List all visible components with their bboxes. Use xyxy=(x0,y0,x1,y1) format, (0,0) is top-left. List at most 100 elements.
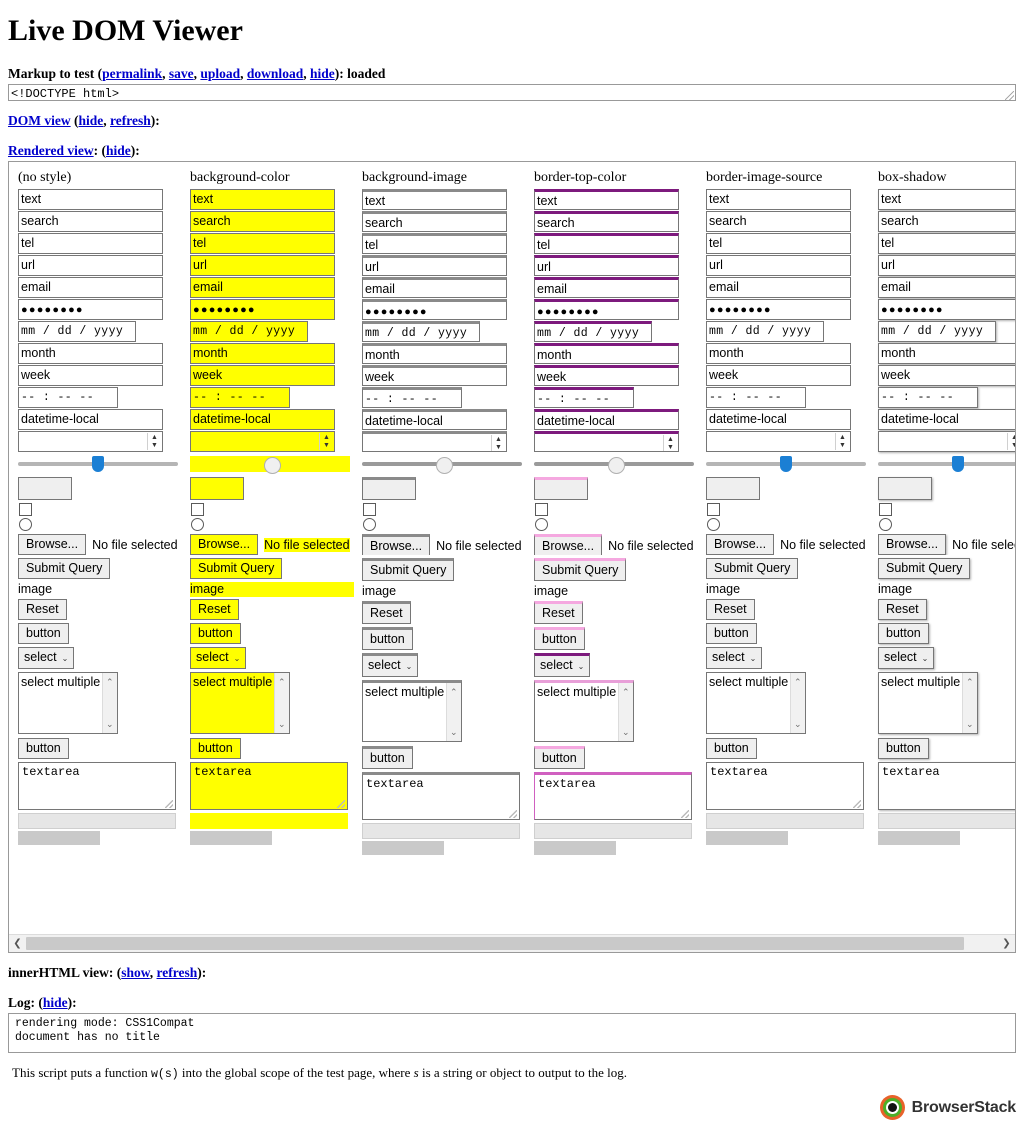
chevron-up-icon[interactable]: ⌃ xyxy=(622,684,630,700)
scroll-right-icon[interactable]: ❯ xyxy=(998,938,1015,949)
input-checkbox[interactable] xyxy=(707,503,720,516)
input-text[interactable]: text xyxy=(706,189,851,210)
input-button[interactable]: button xyxy=(190,623,241,644)
input-number[interactable]: ▲▼ xyxy=(18,431,163,452)
reset-button[interactable]: Reset xyxy=(190,599,239,620)
input-url[interactable]: url xyxy=(362,255,507,276)
input-month[interactable]: month xyxy=(706,343,851,364)
input-tel[interactable]: tel xyxy=(18,233,163,254)
input-radio[interactable] xyxy=(19,518,32,531)
markup-link-permalink[interactable]: permalink xyxy=(102,66,162,81)
input-file-row[interactable]: Browse... No file selected xyxy=(706,534,870,555)
chevron-up-icon[interactable]: ⌃ xyxy=(106,674,114,690)
input-search[interactable]: search xyxy=(706,211,851,232)
rendered-view-frame[interactable]: (no style) text search tel url email ●●●●●●●● m… xyxy=(8,161,1016,953)
chevron-up-icon[interactable]: ⌃ xyxy=(966,674,974,690)
innerhtml-refresh-link[interactable]: refresh xyxy=(157,965,198,980)
range-thumb-icon[interactable] xyxy=(92,456,104,472)
input-password[interactable]: ●●●●●●●● xyxy=(18,299,163,320)
select-dropdown[interactable]: select ⌄ xyxy=(18,647,74,669)
select-multiple[interactable]: select multiple ⌃ ⌄ xyxy=(362,680,462,742)
input-week[interactable]: week xyxy=(878,365,1015,386)
input-image[interactable]: image xyxy=(190,582,354,597)
textarea[interactable]: textarea xyxy=(706,762,864,810)
input-radio[interactable] xyxy=(879,518,892,531)
input-checkbox[interactable] xyxy=(363,503,376,516)
input-url[interactable]: url xyxy=(534,255,679,276)
input-file-row[interactable]: Browse... No file selected xyxy=(362,534,526,555)
input-image[interactable]: image xyxy=(534,584,698,599)
number-spinner-icon[interactable]: ▲▼ xyxy=(1007,433,1015,450)
chevron-down-icon[interactable]: ⌄ xyxy=(106,716,114,732)
chevron-down-icon[interactable]: ⌄ xyxy=(278,716,286,732)
number-spinner-icon[interactable]: ▲▼ xyxy=(663,435,677,451)
input-button[interactable]: button xyxy=(534,627,585,650)
input-month[interactable]: month xyxy=(190,343,335,364)
input-datetime-local[interactable]: datetime-local xyxy=(534,409,679,430)
scrollbar-thumb[interactable] xyxy=(26,937,964,950)
input-email[interactable]: email xyxy=(878,277,1015,298)
input-color[interactable] xyxy=(362,477,416,500)
markup-link-download[interactable]: download xyxy=(247,66,303,81)
input-datetime-local[interactable]: datetime-local xyxy=(878,409,1015,430)
markup-textarea[interactable]: <!DOCTYPE html> xyxy=(8,84,1016,101)
submit-button[interactable]: Submit Query xyxy=(190,558,283,579)
input-range[interactable] xyxy=(706,454,866,474)
button-element[interactable]: button xyxy=(534,746,585,769)
input-number[interactable]: ▲▼ xyxy=(878,431,1015,452)
input-image[interactable]: image xyxy=(362,584,526,599)
select-scrollbar[interactable]: ⌃ ⌄ xyxy=(446,683,461,741)
reset-button[interactable]: Reset xyxy=(878,599,927,620)
textarea[interactable]: textarea xyxy=(18,762,176,810)
reset-button[interactable]: Reset xyxy=(534,601,583,624)
input-datetime-local[interactable]: datetime-local xyxy=(190,409,335,430)
submit-button[interactable]: Submit Query xyxy=(706,558,799,579)
input-search[interactable]: search xyxy=(534,211,679,232)
input-checkbox[interactable] xyxy=(191,503,204,516)
input-search[interactable]: search xyxy=(362,211,507,232)
select-dropdown[interactable]: select ⌄ xyxy=(878,647,934,669)
reset-button[interactable]: Reset xyxy=(362,601,411,624)
input-email[interactable]: email xyxy=(190,277,335,298)
select-scrollbar[interactable]: ⌃ ⌄ xyxy=(274,673,289,733)
file-browse-button[interactable]: Browse... xyxy=(18,534,87,555)
input-password[interactable]: ●●●●●●●● xyxy=(534,299,679,320)
dom-view-link[interactable]: DOM view xyxy=(8,113,71,128)
input-text[interactable]: text xyxy=(878,189,1015,210)
select-dropdown[interactable]: select ⌄ xyxy=(706,647,762,669)
input-button[interactable]: button xyxy=(706,623,757,644)
input-week[interactable]: week xyxy=(706,365,851,386)
button-element[interactable]: button xyxy=(878,738,929,759)
resize-grip-icon[interactable] xyxy=(853,800,861,808)
markup-link-save[interactable]: save xyxy=(169,66,194,81)
input-range[interactable] xyxy=(534,454,694,474)
resize-grip-icon[interactable] xyxy=(337,800,345,808)
input-radio[interactable] xyxy=(363,518,376,531)
button-element[interactable]: button xyxy=(190,738,241,759)
range-track[interactable] xyxy=(878,462,1015,466)
input-checkbox[interactable] xyxy=(19,503,32,516)
chevron-up-icon[interactable]: ⌃ xyxy=(278,674,286,690)
input-text[interactable]: text xyxy=(190,189,335,210)
input-url[interactable]: url xyxy=(878,255,1015,276)
range-thumb-icon[interactable] xyxy=(952,456,964,472)
input-date[interactable]: mm / dd / yyyy xyxy=(706,321,824,342)
input-file-row[interactable]: Browse... No file selected xyxy=(190,534,354,555)
input-time[interactable]: -- : -- -- xyxy=(362,387,462,408)
reset-button[interactable]: Reset xyxy=(18,599,67,620)
input-month[interactable]: month xyxy=(362,343,507,364)
input-button[interactable]: button xyxy=(362,627,413,650)
input-file-row[interactable]: Browse... No file selected xyxy=(18,534,182,555)
submit-button[interactable]: Submit Query xyxy=(18,558,111,579)
reset-button[interactable]: Reset xyxy=(706,599,755,620)
horizontal-scrollbar[interactable]: ❮ ❯ xyxy=(9,934,1015,952)
input-range[interactable] xyxy=(190,454,350,474)
select-scrollbar[interactable]: ⌃ ⌄ xyxy=(102,673,117,733)
input-password[interactable]: ●●●●●●●● xyxy=(190,299,335,320)
input-radio[interactable] xyxy=(191,518,204,531)
select-dropdown[interactable]: select ⌄ xyxy=(362,653,418,677)
input-email[interactable]: email xyxy=(706,277,851,298)
select-multiple[interactable]: select multiple ⌃ ⌄ xyxy=(534,680,634,742)
resize-grip-icon[interactable] xyxy=(681,810,689,818)
input-date[interactable]: mm / dd / yyyy xyxy=(18,321,136,342)
